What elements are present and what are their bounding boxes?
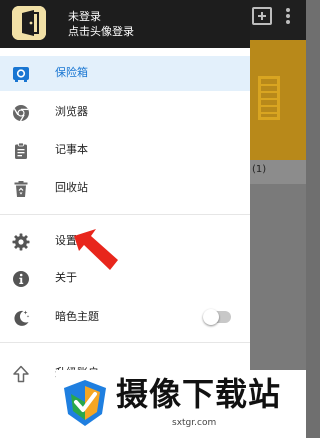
- menu-item-about[interactable]: 关于: [0, 261, 250, 296]
- menu-item-label: 暗色主题: [55, 310, 99, 323]
- menu-item-notepad[interactable]: 记事本: [0, 133, 250, 168]
- user-name[interactable]: 未登录: [68, 8, 101, 24]
- watermark-logo-icon: [64, 380, 106, 426]
- more-icon: [286, 8, 290, 12]
- menu-divider: [0, 342, 250, 343]
- watermark: 摄像下载站 sxtgr.com: [56, 370, 306, 438]
- red-pointer-arrow-icon: [74, 229, 118, 270]
- watermark-url: sxtgr.com: [172, 418, 217, 428]
- recycle-bin-icon: [14, 181, 28, 197]
- watermark-title: 摄像下载站: [116, 375, 282, 413]
- login-hint[interactable]: 点击头像登录: [68, 23, 134, 39]
- dark-theme-toggle[interactable]: [203, 309, 231, 325]
- door-logo-icon: [12, 6, 46, 40]
- menu-divider: [0, 214, 250, 215]
- moon-stars-icon: [14, 310, 30, 326]
- drawer-header: 未登录 点击头像登录: [0, 0, 250, 48]
- menu-item-label: 回收站: [55, 181, 88, 194]
- upgrade-arrow-icon: [13, 365, 29, 383]
- menu-item-dark-theme[interactable]: 暗色主题: [0, 300, 250, 335]
- film-strip-icon: [258, 76, 280, 120]
- menu-item-label: 保险箱: [55, 66, 88, 79]
- safe-icon: [13, 67, 29, 82]
- chrome-icon: [13, 105, 29, 122]
- gear-icon: [12, 233, 30, 251]
- add-folder-icon: [252, 7, 272, 25]
- clipboard-icon: [15, 142, 27, 159]
- menu-item-label: 浏览器: [55, 105, 88, 118]
- menu-item-settings[interactable]: 设置: [0, 224, 250, 259]
- background-album-caption: (1): [252, 164, 267, 175]
- avatar[interactable]: [12, 6, 46, 40]
- info-icon: [13, 271, 29, 287]
- menu-item-recycle-bin[interactable]: 回收站: [0, 171, 250, 206]
- menu-item-browser[interactable]: 浏览器: [0, 95, 250, 130]
- menu-item-label: 记事本: [55, 143, 88, 156]
- menu-item-vault[interactable]: 保险箱: [0, 56, 250, 91]
- toggle-knob: [203, 309, 219, 325]
